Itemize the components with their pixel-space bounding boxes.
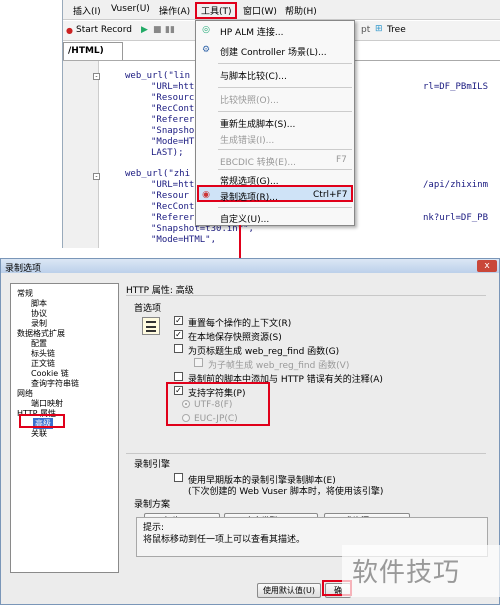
options-tree[interactable]: 常规 脚本 协议 录制 数据格式扩展 配置 标头链 正文链 Cookie 链 查… xyxy=(10,283,119,573)
menu-bar: 插入(I) Vuser(U) 操作(A) 工具(T) 窗口(W) 帮助(H) xyxy=(63,0,500,20)
dialog-title: 录制选项 xyxy=(1,259,499,274)
fold-minus-icon[interactable]: - xyxy=(93,73,100,80)
record-options-icon: ◉ xyxy=(202,190,210,200)
option-save-snapshot-checkbox[interactable]: ✓ xyxy=(174,330,183,339)
tree-node-query-chain[interactable]: 查询字符串链 xyxy=(31,378,79,389)
menu-separator xyxy=(218,169,352,170)
code-fragment: nk?url=DF_PB xyxy=(423,213,489,223)
engine-legacy-checkbox[interactable] xyxy=(174,473,183,482)
option-reset-context-checkbox[interactable]: ✓ xyxy=(174,316,183,325)
menu-separator xyxy=(218,149,352,150)
menu-separator xyxy=(218,207,352,208)
menu-item-alm[interactable]: HP ALM 连接... xyxy=(220,25,283,38)
menu-item-compare-snapshot: 比较快照(O)... xyxy=(220,96,279,106)
start-record-button[interactable]: Start Record xyxy=(76,25,132,35)
menu-item-general-options[interactable]: 常规选项(G)... xyxy=(220,174,279,187)
menu-help[interactable]: 帮助(H) xyxy=(285,4,317,17)
code-line: "Mode=HT xyxy=(151,137,195,147)
menu-item-recording-options[interactable]: 录制选项(R)... xyxy=(220,190,278,203)
code-fragment: /api/zhixinm xyxy=(423,180,489,190)
menu-insert[interactable]: 插入(I) xyxy=(73,4,101,17)
engine-label: 录制引擎 xyxy=(134,460,171,470)
play-icon[interactable]: ▶ xyxy=(141,25,148,35)
tree-view-button[interactable]: Tree xyxy=(387,25,406,35)
menu-window[interactable]: 窗口(W) xyxy=(243,4,277,17)
preferences-label: 首选项 xyxy=(134,304,162,314)
option-http-error-comment-checkbox[interactable] xyxy=(174,372,183,381)
menu-actions[interactable]: 操作(A) xyxy=(159,4,190,17)
code-line: web_url("lin xyxy=(125,71,191,81)
script-tab[interactable]: /HTML) xyxy=(63,42,123,60)
menu-item-create-controller[interactable]: 创建 Controller 场景(L)... xyxy=(220,45,327,58)
code-line: "Mode=HTML", xyxy=(151,235,217,245)
hint-text: 将鼠标移动到任一项上可以查看其描述。 xyxy=(143,535,306,545)
recording-options-shortcut: Ctrl+F7 xyxy=(313,190,348,200)
vugen-window: 插入(I) Vuser(U) 操作(A) 工具(T) 窗口(W) 帮助(H) ●… xyxy=(62,0,500,248)
fold-minus-icon[interactable]: - xyxy=(93,173,100,180)
watermark-text: 软件技巧 xyxy=(352,558,461,588)
code-line: "URL=htt xyxy=(151,180,195,190)
alm-icon: ◎ xyxy=(202,25,210,35)
menu-separator xyxy=(218,87,352,88)
menu-item-generate-error: 生成错误(I)... xyxy=(220,136,275,146)
code-line: LAST); xyxy=(151,148,184,158)
tools-dropdown-menu: ◎ HP ALM 连接... ⚙ 创建 Controller 场景(L)... … xyxy=(195,20,355,226)
charset-highlight xyxy=(166,382,270,426)
code-line: web_url("zhi xyxy=(125,169,191,179)
stop-icon[interactable]: ■ xyxy=(153,25,162,35)
divider xyxy=(126,295,486,296)
code-fragment: rl=DF_PBmILS xyxy=(423,82,489,92)
use-defaults-button[interactable]: 使用默认值(U) xyxy=(257,583,321,598)
menu-item-ebcdic: EBCDIC 转换(E)... xyxy=(220,158,297,168)
code-line: "RecCont xyxy=(151,202,195,212)
pause-icon[interactable]: ▮▮ xyxy=(165,25,175,35)
menu-item-compare-script[interactable]: 与脚本比较(C)... xyxy=(220,69,287,82)
option-reg-find-checkbox[interactable] xyxy=(174,344,183,353)
tree-icon: ⊞ xyxy=(375,24,383,34)
menu-item-regenerate-script[interactable]: 重新生成脚本(S)... xyxy=(220,117,295,130)
close-button[interactable]: x xyxy=(477,260,497,272)
menu-item-customize[interactable]: 自定义(U)... xyxy=(220,212,269,225)
scheme-label: 录制方案 xyxy=(134,500,171,510)
option-subframe-reg-find-checkbox xyxy=(194,358,203,367)
code-line: "Referer xyxy=(151,213,195,223)
code-line: "Snapsho xyxy=(151,126,195,136)
divider xyxy=(126,453,486,454)
preferences-icon xyxy=(142,317,160,335)
code-line: "Referer xyxy=(151,115,195,125)
option-reg-find-label: 为页标题生成 web_reg_find 函数(G) xyxy=(188,347,340,357)
script-view-button[interactable]: pt xyxy=(361,25,370,35)
engine-note: (下次创建的 Web Vuser 脚本时，将使用该引擎) xyxy=(188,487,384,497)
menu-separator xyxy=(218,63,352,64)
option-save-snapshot-label: 在本地保存快照资源(S) xyxy=(188,333,282,343)
code-line: "URL=htt xyxy=(151,82,195,92)
editor-gutter: - - xyxy=(63,61,100,248)
menu-separator xyxy=(218,111,352,112)
code-line: "RecCont xyxy=(151,104,195,114)
ebcdic-shortcut: F7 xyxy=(336,155,347,165)
menu-vuser[interactable]: Vuser(U) xyxy=(111,4,150,14)
code-line: "Resour xyxy=(151,191,189,201)
advanced-node-highlight xyxy=(19,414,65,428)
tree-node-correlation[interactable]: 关联 xyxy=(31,428,47,439)
controller-icon: ⚙ xyxy=(201,45,211,55)
option-reset-context-label: 重置每个操作的上下文(R) xyxy=(188,319,292,329)
tools-menu-highlight xyxy=(195,2,237,19)
record-icon: ● xyxy=(66,26,73,35)
code-line: "Resourc xyxy=(151,93,195,103)
option-subframe-reg-find-label: 为子帧生成 web_reg_find 函数(V) xyxy=(208,361,350,371)
